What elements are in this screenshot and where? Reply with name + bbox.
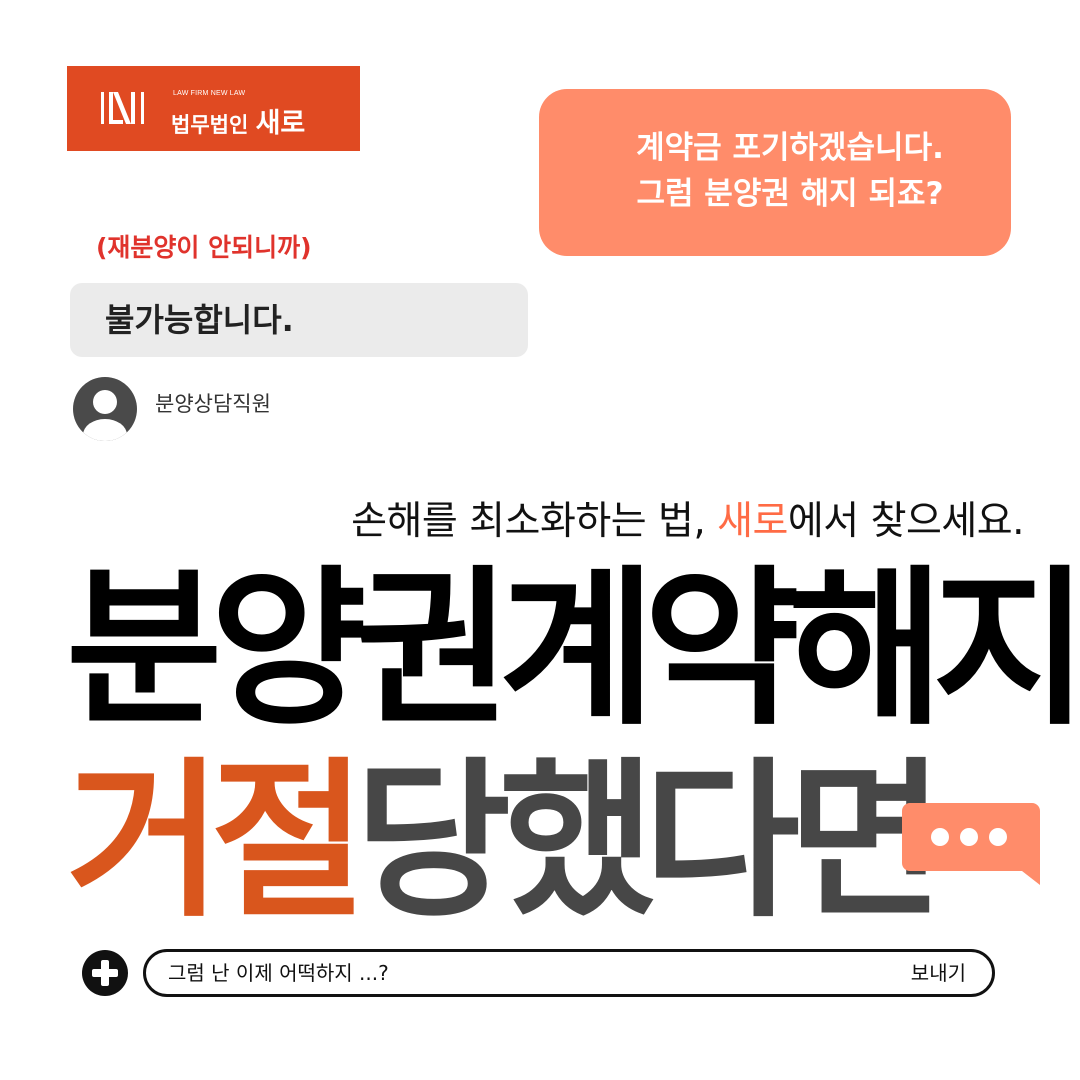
logo-name-prefix: 법무법인 — [171, 113, 249, 137]
tagline-part2: 에서 찾으세요. — [787, 499, 1025, 544]
customer-message-line2: 그럼 분양권 해지 되죠? — [636, 176, 944, 212]
user-avatar-icon — [73, 377, 137, 441]
customer-message-bubble: 계약금 포기하겠습니다. 그럼 분양권 해지 되죠? — [539, 89, 1011, 256]
headline-line2-accent: 거절 — [66, 743, 367, 941]
headline-line2-rest: 당했다면 — [354, 743, 945, 941]
law-firm-logo: LAW FIRM NEW LAW 법무법인 새로 — [67, 66, 360, 151]
logo-subtitle: LAW FIRM NEW LAW — [173, 90, 246, 97]
tagline: 손해를 최소화하는 법, 새로에서 찾으세요. — [0, 490, 1024, 546]
logo-name-main: 새로 — [255, 108, 306, 139]
aside-note: (재분양이 안되니까) — [96, 233, 312, 262]
logo-mark-icon — [101, 92, 144, 124]
message-input-value[interactable]: 그럼 난 이제 어떡하지 ...? — [168, 952, 389, 994]
logo-name: 법무법인 새로 — [171, 101, 305, 140]
tagline-accent: 새로 — [717, 499, 788, 544]
message-input[interactable]: 그럼 난 이제 어떡하지 ...? 보내기 — [143, 949, 995, 997]
headline-line1: 분양권계약해지 — [66, 551, 1080, 749]
agent-reply-bubble: 불가능합니다. — [70, 283, 528, 357]
typing-dots-icon — [902, 803, 1040, 885]
send-button[interactable]: 보내기 — [911, 952, 966, 994]
headline-line2: 거절당했다면 — [66, 752, 1026, 932]
plus-icon[interactable] — [82, 950, 128, 996]
customer-message-line1: 계약금 포기하겠습니다. — [636, 130, 944, 166]
tagline-part1: 손해를 최소화하는 법, — [351, 499, 718, 544]
agent-name: 분양상담직원 — [155, 392, 271, 416]
